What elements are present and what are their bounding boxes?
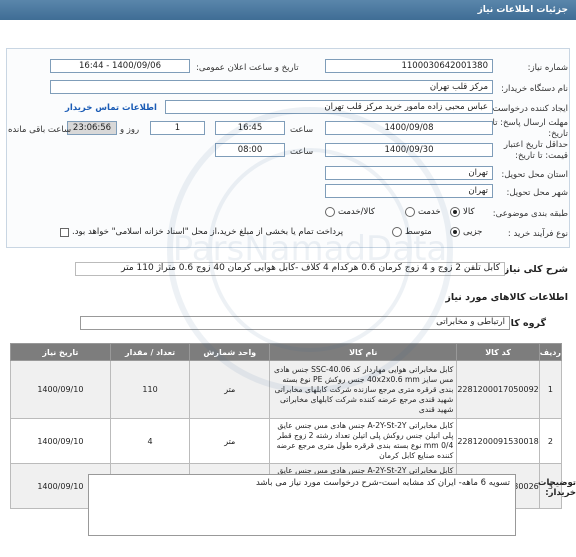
radio-icon[interactable] <box>405 207 415 217</box>
remaining-label: ساعت باقی مانده <box>8 125 72 135</box>
creator-field: عباس محبی زاده مامور خرید مرکز قلب تهران <box>165 100 493 114</box>
col-need-date: تاریخ نیاز <box>10 343 111 361</box>
treasury-payment-option[interactable]: پرداخت تمام یا بخشی از مبلغ خرید،از محل … <box>60 227 343 237</box>
page-header: جزئیات اطلاعات نیاز <box>0 0 576 20</box>
purchase-type-label: نوع فرآیند خرید : <box>507 229 568 239</box>
purchase-option-medium[interactable]: متوسط <box>392 227 432 237</box>
city-field: تهران <box>325 184 493 198</box>
col-quantity: تعداد / مقدار <box>109 343 191 361</box>
item-quantity: 110 <box>109 360 191 419</box>
row-number: 1 <box>538 360 563 419</box>
notes-field: تسویه 6 ماهه- ایران کد مشابه است-شرح درخ… <box>88 474 516 536</box>
category-option-goods[interactable]: کالا <box>450 207 474 217</box>
table-row: 1 2281200017050092 کابل مخابراتی هوایی م… <box>10 360 563 419</box>
summary-field: کابل تلفن 2 زوج و 4 زوج کرمان 0.6 هرکدام… <box>75 262 505 276</box>
validity-date-field: 1400/09/30 <box>325 143 493 157</box>
province-label: استان محل تحویل: <box>501 170 568 180</box>
item-code: 2281200091530018 <box>456 418 540 464</box>
goods-section-title: اطلاعات کالاهای مورد نیاز <box>445 292 568 303</box>
need-number-field: 1100030642001380 <box>325 59 493 73</box>
item-unit: متر <box>189 418 271 464</box>
purchase-option-minor[interactable]: جزیی <box>450 227 482 237</box>
remaining-time-field: 23:06:56 <box>67 121 117 135</box>
category-option-service-label: خدمت <box>418 207 441 217</box>
announce-label: تاریخ و ساعت اعلان عمومی: <box>196 63 299 73</box>
deadline-label: مهلت ارسال پاسخ: تا تاریخ: <box>492 118 568 139</box>
checkbox-icon[interactable] <box>60 227 69 237</box>
validity-time-field: 08:00 <box>215 143 285 157</box>
category-option-goods-service-label: کالا/خدمت <box>338 207 375 217</box>
radio-icon[interactable] <box>325 207 335 217</box>
radio-selected-icon[interactable] <box>450 207 460 217</box>
treasury-payment-text: پرداخت تمام یا بخشی از مبلغ خرید،از محل … <box>72 227 344 237</box>
category-option-goods-label: کالا <box>463 207 475 217</box>
item-name: کابل مخابراتی هوایی مهاردار کد SSC-40.06… <box>269 360 458 419</box>
validity-label: حداقل تاریخ اعتبار قیمت: تا تاریخ: <box>503 140 568 161</box>
item-name: کابل مخابراتی A-2Y-St-2Y جنس هادی مس جنس… <box>269 418 458 464</box>
days-field: 1 <box>150 121 205 135</box>
item-code: 2281200017050092 <box>456 360 540 419</box>
item-need-date: 1400/09/10 <box>10 360 111 419</box>
creator-label: ایجاد کننده درخواست: <box>489 104 568 114</box>
page-title: جزئیات اطلاعات نیاز <box>477 5 568 15</box>
announce-datetime-field: 1400/09/06 - 16:44 <box>50 59 190 73</box>
buyer-label: نام دستگاه خریدار: <box>501 84 568 94</box>
category-label: طبقه بندی موضوعی: <box>492 209 568 219</box>
notes-label: توضیحات خریدار: <box>537 478 576 498</box>
radio-selected-icon[interactable] <box>450 227 460 237</box>
radio-icon[interactable] <box>392 227 402 237</box>
validity-time-label: ساعت <box>290 147 314 157</box>
summary-label: شرح کلی نیاز: <box>499 264 568 275</box>
need-number-label: شماره نیاز: <box>527 63 568 73</box>
deadline-time-label: ساعت <box>290 125 314 135</box>
item-need-date: 1400/09/10 <box>10 418 111 464</box>
item-quantity: 4 <box>109 418 191 464</box>
deadline-time-field: 16:45 <box>215 121 285 135</box>
item-unit: متر <box>189 360 271 419</box>
row-number: 2 <box>538 418 563 464</box>
category-option-goods-service[interactable]: کالا/خدمت <box>325 207 375 217</box>
purchase-option-medium-label: متوسط <box>405 227 432 237</box>
buyer-field: مرکز قلب تهران <box>50 80 493 94</box>
city-label: شهر محل تحویل: <box>506 188 568 198</box>
goods-group-field: ارتباطی و مخابراتی <box>80 316 510 330</box>
deadline-date-field: 1400/09/08 <box>325 121 493 135</box>
category-option-service[interactable]: خدمت <box>405 207 441 217</box>
goods-table-header: ردیف کد کالا نام کالا واحد شمارش تعداد /… <box>10 343 563 361</box>
col-row-number: ردیف <box>538 343 563 361</box>
table-row: 2 2281200091530018 کابل مخابراتی A-2Y-St… <box>10 418 563 464</box>
col-item-code: کد کالا <box>456 343 540 361</box>
purchase-option-minor-label: جزیی <box>463 227 483 237</box>
province-field: تهران <box>325 166 493 180</box>
col-item-name: نام کالا <box>269 343 458 361</box>
col-unit: واحد شمارش <box>189 343 271 361</box>
contact-buyer-link[interactable]: اطلاعات تماس خریدار <box>65 103 157 113</box>
days-label: روز و <box>120 125 140 135</box>
